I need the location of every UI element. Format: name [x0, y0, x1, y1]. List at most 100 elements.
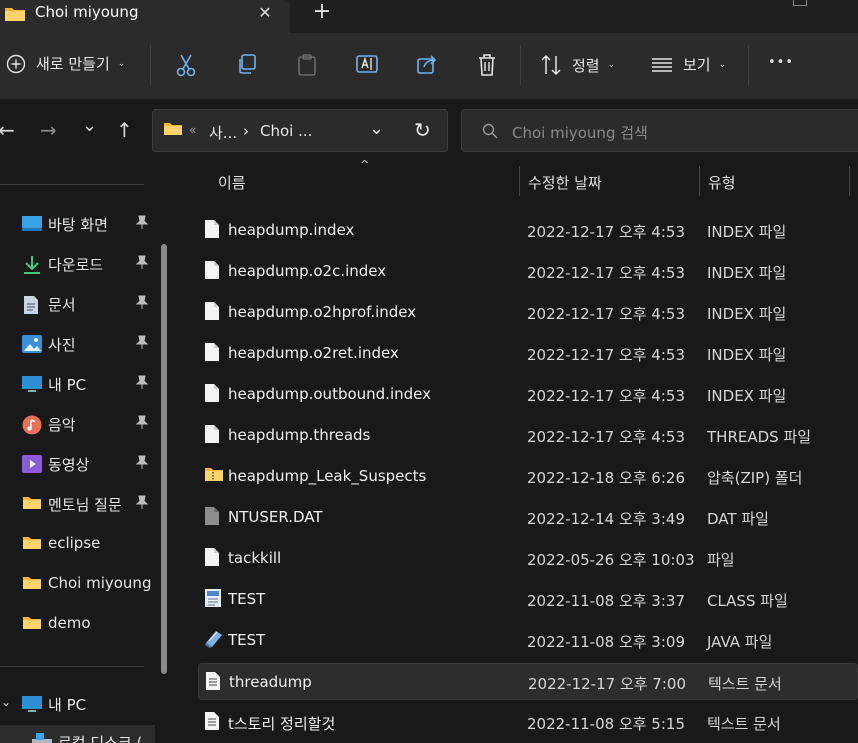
sidebar-item-this-pc[interactable]: 내 PC — [0, 367, 155, 401]
column-divider[interactable] — [699, 166, 700, 196]
table-row[interactable]: heapdump_Leak_Suspects 2022-12-18 오후 6:2… — [198, 458, 858, 495]
forward-button[interactable]: → — [40, 119, 57, 141]
sidebar-item-local-disk[interactable]: 로컬 디스크 ( — [0, 725, 155, 743]
share-button[interactable] — [416, 53, 438, 75]
text-file-icon — [205, 671, 223, 693]
table-row[interactable]: tackkill 2022-05-26 오후 10:03 파일 — [198, 540, 858, 577]
table-row[interactable]: heapdump.o2ret.index 2022-12-17 오후 4:53 … — [198, 335, 858, 372]
table-row[interactable]: TEST 2022-11-08 오후 3:09 JAVA 파일 — [198, 622, 858, 659]
pin-icon — [135, 295, 149, 312]
search-box[interactable]: Choi miyoung 검색 — [461, 109, 858, 152]
file-date: 2022-12-14 오후 3:49 — [527, 510, 685, 528]
sidebar-item-mentor-questions[interactable]: 멘토님 질문 — [0, 487, 155, 521]
file-type: CLASS 파일 — [707, 592, 788, 610]
file-date: 2022-12-17 오후 4:53 — [527, 223, 685, 241]
file-date: 2022-11-08 오후 5:15 — [527, 715, 685, 733]
chevron-down-icon: ⌄ — [607, 60, 616, 70]
search-input[interactable]: Choi miyoung 검색 — [512, 122, 648, 143]
file-list: ^ 이름 수정한 날짜 유형 heapdump.index 2022-12-17… — [170, 158, 858, 743]
file-name: heapdump.outbound.index — [228, 385, 431, 403]
column-divider[interactable] — [519, 166, 520, 196]
sidebar-divider — [0, 184, 144, 185]
delete-button[interactable] — [476, 53, 498, 77]
new-button[interactable]: 새로 만들기 ⌄ — [6, 53, 125, 74]
close-tab-icon[interactable]: ✕ — [254, 2, 276, 24]
file-date: 2022-12-17 오후 4:53 — [527, 346, 685, 364]
sidebar-item-choi-miyoung[interactable]: Choi miyoung — [0, 567, 155, 601]
file-date: 2022-12-17 오후 7:00 — [528, 675, 686, 693]
sidebar-divider — [0, 666, 144, 667]
file-name: heapdump.index — [228, 221, 355, 239]
column-header-type[interactable]: 유형 — [708, 172, 736, 204]
sidebar-item-eclipse[interactable]: eclipse — [0, 527, 155, 561]
more-options-button[interactable]: ••• — [768, 55, 794, 70]
command-bar: 새로 만들기 ⌄ 정렬 ⌄ 보기 ⌄ ••• — [0, 33, 858, 99]
overflow-crumbs[interactable]: « — [189, 123, 196, 137]
tab-title: Choi miyoung — [35, 3, 139, 21]
table-row[interactable]: TEST 2022-11-08 오후 3:37 CLASS 파일 — [198, 581, 858, 618]
address-bar[interactable]: « 사... › Choi ... ⌄ ↻ — [152, 109, 448, 152]
new-tab-button[interactable]: + — [310, 1, 334, 25]
paste-button[interactable] — [296, 53, 318, 77]
navigation-pane: 바탕 화면 다운로드 문서 사진 내 PC 음악 동영상 멘토님 질문 ecli — [0, 164, 170, 743]
table-row[interactable]: t스토리 정리할것 2022-11-08 오후 5:15 텍스트 문서 — [198, 704, 858, 741]
file-name: heapdump.o2ret.index — [228, 344, 399, 362]
sidebar-item-pictures[interactable]: 사진 — [0, 327, 155, 361]
file-type: INDEX 파일 — [707, 264, 787, 282]
java-file-icon — [204, 629, 222, 651]
video-icon — [22, 455, 42, 473]
sidebar-scrollbar[interactable] — [161, 244, 167, 674]
folder-icon — [22, 535, 42, 553]
table-row[interactable]: heapdump.threads 2022-12-17 오후 4:53 THRE… — [198, 417, 858, 454]
tab-choi-miyoung[interactable]: Choi miyoung ✕ — [0, 0, 290, 33]
folder-icon — [4, 6, 26, 26]
sidebar-item-label: 음악 — [48, 416, 76, 434]
cut-button[interactable] — [175, 53, 197, 77]
sidebar-item-downloads[interactable]: 다운로드 — [0, 247, 155, 281]
table-row[interactable]: heapdump.o2c.index 2022-12-17 오후 4:53 IN… — [198, 253, 858, 290]
rename-button[interactable] — [356, 53, 378, 75]
breadcrumb-parent[interactable]: 사... — [209, 122, 237, 143]
sidebar-item-this-pc-tree[interactable]: ⌄ 내 PC — [0, 687, 155, 721]
expand-chevron-icon[interactable]: ⌄ — [1, 695, 11, 709]
copy-button[interactable] — [236, 53, 258, 75]
column-header-name[interactable]: 이름 — [218, 172, 246, 204]
recent-locations-button[interactable]: ⌄ — [82, 115, 97, 137]
table-row[interactable]: heapdump.outbound.index 2022-12-17 오후 4:… — [198, 376, 858, 413]
sort-button[interactable]: 정렬 ⌄ — [540, 54, 615, 76]
pc-icon — [22, 695, 42, 713]
table-row[interactable]: NTUSER.DAT 2022-12-14 오후 3:49 DAT 파일 — [198, 499, 858, 536]
column-divider[interactable] — [849, 166, 850, 196]
file-icon — [204, 424, 222, 446]
table-row[interactable]: heapdump.o2hprof.index 2022-12-17 오후 4:5… — [198, 294, 858, 331]
file-icon — [204, 219, 222, 241]
sidebar-item-label: 문서 — [48, 296, 76, 314]
sidebar-item-videos[interactable]: 동영상 — [0, 447, 155, 481]
breadcrumb-current[interactable]: Choi ... — [260, 122, 312, 140]
file-date: 2022-12-17 오후 4:53 — [527, 387, 685, 405]
sidebar-item-documents[interactable]: 문서 — [0, 287, 155, 321]
file-type: 압축(ZIP) 폴더 — [707, 469, 803, 487]
sidebar-item-demo[interactable]: demo — [0, 607, 155, 641]
file-name: tackkill — [228, 549, 282, 567]
text-file-icon — [204, 711, 222, 733]
column-header-date[interactable]: 수정한 날짜 — [528, 172, 602, 204]
pin-icon — [135, 455, 149, 472]
refresh-icon[interactable]: ↻ — [414, 118, 431, 142]
address-dropdown-icon[interactable]: ⌄ — [369, 118, 384, 139]
back-button[interactable]: ← — [0, 119, 15, 141]
table-row[interactable]: threadump 2022-12-17 오후 7:00 텍스트 문서 — [198, 663, 858, 700]
view-button[interactable]: 보기 ⌄ — [651, 54, 726, 75]
table-row[interactable]: heapdump.index 2022-12-17 오후 4:53 INDEX … — [198, 212, 858, 249]
view-list-icon — [651, 55, 673, 75]
up-button[interactable]: ↑ — [116, 119, 133, 141]
sidebar-item-desktop[interactable]: 바탕 화면 — [0, 207, 155, 241]
file-type: INDEX 파일 — [707, 305, 787, 323]
sidebar-item-label: 멘토님 질문 — [48, 496, 122, 514]
trash-icon — [476, 53, 498, 77]
sidebar-item-music[interactable]: 음악 — [0, 407, 155, 441]
sidebar-item-label: Choi miyoung — [48, 574, 152, 592]
restore-window-icon[interactable] — [793, 0, 807, 6]
pin-icon — [135, 255, 149, 272]
zip-folder-icon — [204, 465, 223, 487]
